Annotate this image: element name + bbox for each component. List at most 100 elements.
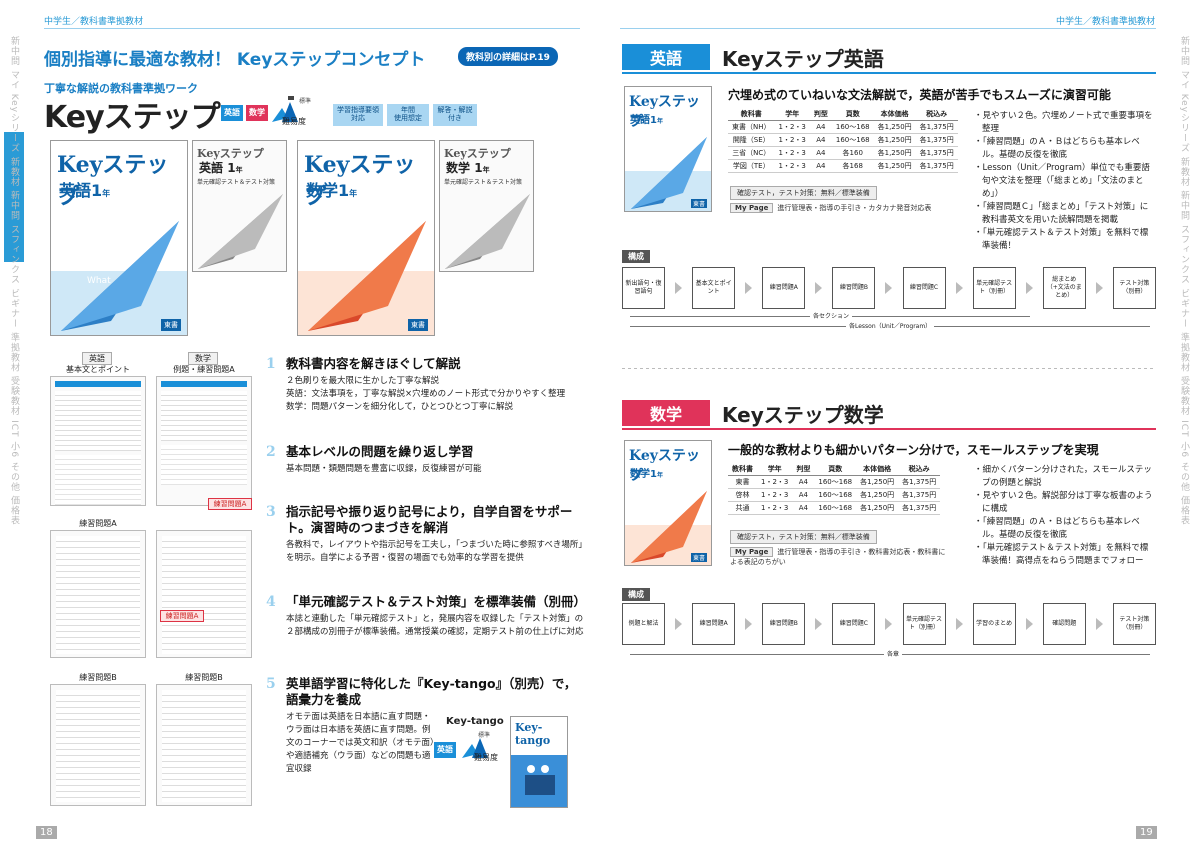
page-number-right: 19 xyxy=(1136,826,1157,839)
detail-page-badge[interactable]: 教科別の詳細はP.19 xyxy=(458,47,558,66)
keytango-label: Key-tango xyxy=(446,716,504,727)
difficulty-label: 難易度 xyxy=(282,117,306,126)
difficulty-level-mark: 標準 xyxy=(299,98,312,105)
math-structure-label: 構成 xyxy=(622,588,650,601)
thumb-math-page xyxy=(156,376,252,506)
flow-step: 単元確認テスト（別冊） xyxy=(972,267,1016,309)
thumb-english-page xyxy=(50,376,146,506)
breadcrumb: 中学生／教科書準拠教材 xyxy=(1056,17,1156,27)
flow-step: 練習問題C xyxy=(902,267,946,309)
math-span-chapter-label: 各章 xyxy=(884,649,903,658)
math-free-test-pill: 確認テスト，テスト対策：無料／標準装備 xyxy=(730,530,877,544)
point-4: 4 「単元確認テスト＆テスト対策」を標準装備（別冊） 本誌と連動した「単元確認テ… xyxy=(266,594,587,637)
math-header-title: Keyステップ数学 xyxy=(722,402,884,427)
left-sidebar-tabs: 新中問 マイ Keyシリーズ 新教材 新中問 スフィンクス ビギナー 準拠教材 … xyxy=(4,36,26,816)
flow-step: 練習問題B xyxy=(762,603,806,645)
section-divider xyxy=(622,368,1156,369)
top-rule xyxy=(44,28,580,29)
keytango-level-mark: 標準 xyxy=(478,732,491,739)
flow-step: 例題と解法 xyxy=(622,603,665,645)
top-rule xyxy=(620,28,1156,29)
breadcrumb: 中学生／教科書準拠教材 xyxy=(44,17,144,27)
table-row: 開隆（SE） 1・2・3 A4 160～168 各1,250円 各1,375円 xyxy=(728,133,958,147)
sidebar-text: 新中問 マイ Keyシリーズ 新教材 新中問 スフィンクス ビギナー 準拠教材 … xyxy=(1179,36,1189,526)
flow-step: 単元確認テスト（別冊） xyxy=(902,603,946,645)
info-course-of-study: 学習指導要領 対応 xyxy=(333,104,383,126)
math-header-label: 数学 xyxy=(622,400,710,426)
point-1: 1 教科書内容を解きほぐして解説 ２色刷りを最大限に生かした丁寧な解説 英語：文法… xyxy=(266,356,566,412)
flow-step: 学習のまとめ xyxy=(972,603,1016,645)
table-row: 三省（NC） 1・2・3 A4 各160 各1,250円 各1,375円 xyxy=(728,146,958,160)
english-cover: Keyステップ 英語1年 東書 xyxy=(624,86,712,212)
svg-text:What: What xyxy=(87,276,111,286)
english-lead: 穴埋め式のていねいな文法解説で，英語が苦手でもスムーズに演習可能 xyxy=(728,88,1111,102)
sidebar-text: 新中問 マイ Keyシリーズ 新教材 新中問 スフィンクス ビギナー 準拠教材 … xyxy=(9,36,19,526)
left-page: 新中問 マイ Keyシリーズ 新教材 新中問 スフィンクス ビギナー 準拠教材 … xyxy=(0,0,600,849)
thumb-exercise-a-math xyxy=(156,530,252,658)
flow-step: 基本文とポイント xyxy=(692,267,736,309)
keytango-cover: Key-tango 英語 xyxy=(510,716,568,808)
keytango-difficulty-label: 難易度 xyxy=(474,753,498,762)
flow-step: 練習問題C xyxy=(832,603,876,645)
english-spec-table: 教科書 学年 判型 頁数 本体価格 税込み 東書（NH） 1・2・3 A4 160～168 各1,… xyxy=(728,108,958,173)
flow-step: テスト対策（別冊） xyxy=(1112,267,1156,309)
table-row: 学図（TE） 1・2・3 A4 各168 各1,250円 各1,375円 xyxy=(728,159,958,173)
thumb-label-b1: 練習問題B xyxy=(79,673,117,682)
english-structure-label: 構成 xyxy=(622,250,650,263)
math-flow: 例題と解法 練習問題A 練習問題B 練習問題C 単元確認テスト（別冊） 学習のま… xyxy=(622,602,1156,646)
flow-step: テスト対策（別冊） xyxy=(1112,603,1156,645)
table-row: 東書（NH） 1・2・3 A4 160～168 各1,250円 各1,375円 xyxy=(728,120,958,134)
flow-step: 練習問題B xyxy=(832,267,876,309)
flow-step: 新出語句・復習語句 xyxy=(622,267,665,309)
english-span-lesson-label: 各Lesson（Unit／Program） xyxy=(846,321,935,330)
english-mypage[interactable]: My Page 進行管理表・指導の手引き・カタカナ発音対応表 xyxy=(730,203,931,213)
english-flow: 新出語句・復習語句 基本文とポイント 練習問題A 練習問題B 練習問題C 単元確… xyxy=(622,264,1156,312)
cover-english-main: Keyステップ 英語1年 What 東書 xyxy=(50,140,188,336)
english-header-underline xyxy=(622,72,1156,74)
table-row: 東書 1・2・3 A4 160～168 各1,250円 各1,375円 xyxy=(728,475,941,489)
cover-math-test: Keyステップ 数学 1年 単元確認テスト＆テスト対策 xyxy=(439,140,534,272)
red-label-a2: 練習問題A xyxy=(160,610,204,622)
table-row: 共通 1・2・3 A4 160～168 各1,250円 各1,375円 xyxy=(728,501,941,515)
point-2: 2 基本レベルの問題を繰り返し学習 基本問題・類題問題を豊富に収録，反復練習が可… xyxy=(266,444,482,474)
cover-math-main: Keyステップ 数学1年 東書 xyxy=(297,140,435,336)
thumb-label-b2: 練習問題B xyxy=(185,673,223,682)
subject-tag-english: 英語 xyxy=(221,105,243,121)
math-mypage[interactable]: My Page 進行管理表・指導の手引き・教科書対応表・教科書による表記のちがい xyxy=(730,547,950,567)
english-span-section-label: 各セクション xyxy=(810,311,853,320)
point-3: 3 指示記号や振り返り記号により，自学自習をサポート。演習時のつまづきを解消 各… xyxy=(266,504,583,563)
publisher-mark: 東書 xyxy=(161,319,181,331)
english-header-title: Keyステップ英語 xyxy=(722,46,884,71)
english-bullets: ・見やすい２色。穴埋めノート式で重要事項を整理 ・「練習問題」のＡ・Ｂはどちらも… xyxy=(974,111,1153,251)
thumb-exercise-b-english xyxy=(50,684,146,806)
flow-step: 総まとめ（+文法のまとめ） xyxy=(1042,267,1086,309)
right-page: 中学生／教科書準拠教材 新中問 マイ Keyシリーズ 新教材 新中問 スフィンク… xyxy=(600,0,1200,849)
english-free-test-pill: 確認テスト，テスト対策：無料／標準装備 xyxy=(730,186,877,200)
flow-step: 練習問題A xyxy=(692,603,736,645)
thumb-exercise-b-math xyxy=(156,684,252,806)
thumb-label-a: 練習問題A xyxy=(79,519,117,528)
publisher-mark: 東書 xyxy=(408,319,428,331)
english-header: 英語 Keyステップ英語 xyxy=(622,44,1156,71)
math-bullets: ・細かくパターン分けされた，スモールステップの例題と解説 ・見やすい２色。解説部… xyxy=(974,465,1153,566)
info-yearly-use: 年間 使用想定 xyxy=(387,104,429,126)
thumb-exercise-a-english xyxy=(50,530,146,658)
flow-step: 練習問題A xyxy=(762,267,806,309)
cover-english-test: Keyステップ 英語 1年 単元確認テスト＆テスト対策 xyxy=(192,140,287,272)
keytango-subject-tag: 英語 xyxy=(434,742,456,758)
math-header: 数学 Keyステップ数学 xyxy=(622,400,1156,427)
math-header-underline xyxy=(622,428,1156,430)
table-row: 啓林 1・2・3 A4 160～168 各1,250円 各1,375円 xyxy=(728,488,941,502)
math-spec-table: 教科書 学年 判型 頁数 本体価格 税込み 東書 1・2・3 A4 160～168 各1,250円… xyxy=(728,463,941,515)
math-lead: 一般的な教材よりも細かいパターン分けで，スモールステップを実現 xyxy=(728,443,1099,457)
thumb-english-sub: 基本文とポイント xyxy=(66,365,130,374)
flow-step: 確認問題 xyxy=(1042,603,1086,645)
product-title: Keyステップ xyxy=(44,100,221,135)
english-header-label: 英語 xyxy=(622,44,710,70)
thumb-math-sub: 例題・練習問題A xyxy=(173,365,235,374)
right-sidebar-tabs: 新中問 マイ Keyシリーズ 新教材 新中問 スフィンクス ビギナー 準拠教材 … xyxy=(1174,36,1196,816)
subject-tag-math: 数学 xyxy=(246,105,268,121)
concept-headline: 個別指導に最適な教材！ Keyステップコンセプト xyxy=(44,50,426,70)
math-cover: Keyステップ 数学1年 東書 xyxy=(624,440,712,566)
info-answer-key: 解答・解説 付き xyxy=(433,104,477,126)
